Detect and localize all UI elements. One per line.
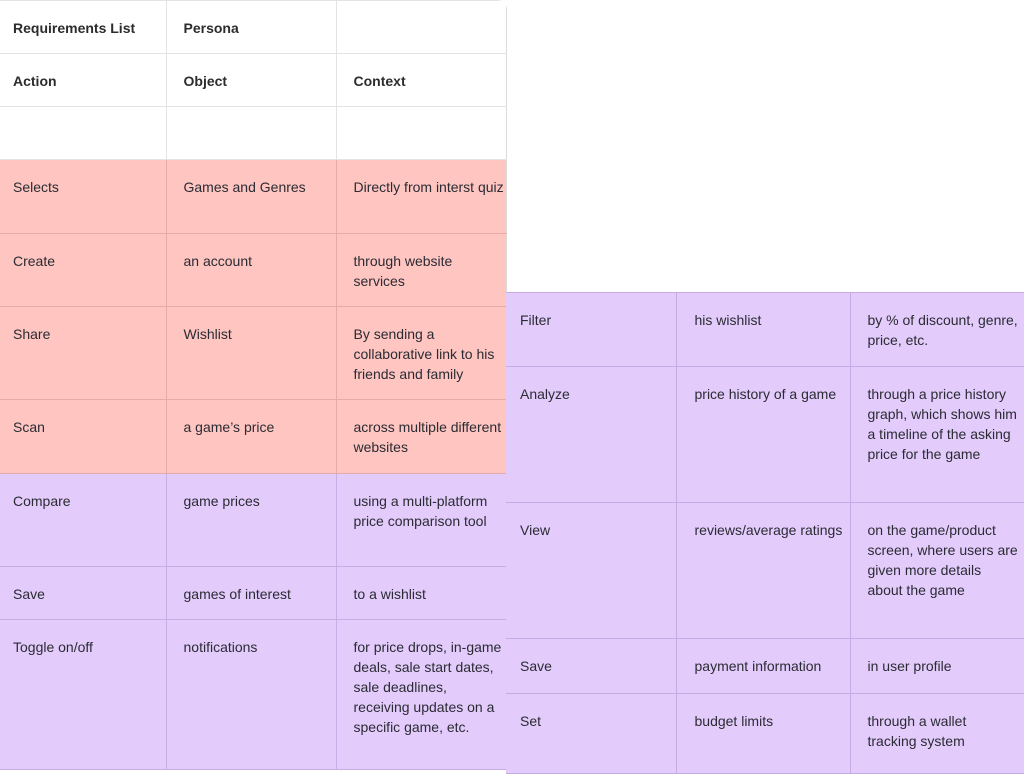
requirements-list-title: Requirements List [0, 0, 167, 54]
object-cell: price history of a game [675, 366, 851, 503]
object-cell: reviews/average ratings [675, 502, 851, 639]
object-cell: payment information [675, 638, 851, 694]
context-cell: through a price history graph, which sho… [849, 366, 1024, 503]
context-cell: through a wallet tracking system [849, 693, 1024, 774]
context-cell: in user profile [849, 638, 1024, 694]
table-row: Selects Games and Genres Directly from i… [0, 159, 507, 234]
action-cell: Set [506, 693, 677, 774]
requirements-table-right: Filter his wishlist by % of discount, ge… [506, 292, 1024, 774]
object-cell: game prices [165, 473, 337, 567]
table-row: Scan a game’s price across multiple diff… [0, 399, 507, 474]
object-cell: Games and Genres [165, 159, 337, 234]
table-row: View reviews/average ratings on the game… [506, 502, 1024, 639]
empty-cell [0, 106, 167, 160]
object-cell: a game’s price [165, 399, 337, 474]
action-cell: Share [0, 306, 167, 400]
context-header: Context [335, 53, 507, 107]
title-row: Requirements List Persona [0, 0, 507, 54]
object-cell: Wishlist [165, 306, 337, 400]
action-cell: Filter [506, 292, 677, 367]
spacer-row [0, 106, 507, 160]
context-cell: By sending a collaborative link to his f… [335, 306, 507, 400]
context-cell: using a multi-platform price comparison … [335, 473, 507, 567]
requirements-table-left: Requirements List Persona Action Object … [0, 0, 507, 770]
table-row: Save payment information in user profile [506, 638, 1024, 694]
context-cell: through website services [335, 233, 507, 307]
action-cell: Save [506, 638, 677, 694]
action-cell: Selects [0, 159, 167, 234]
object-cell: games of interest [165, 566, 337, 620]
context-cell: across multiple different websites [335, 399, 507, 474]
empty-cell [335, 106, 507, 160]
object-cell: budget limits [675, 693, 851, 774]
object-cell: his wishlist [675, 292, 851, 367]
action-cell: Create [0, 233, 167, 307]
table-row: Share Wishlist By sending a collaborativ… [0, 306, 507, 400]
context-cell: to a wishlist [335, 566, 507, 620]
context-cell: for price drops, in-game deals, sale sta… [335, 619, 507, 770]
persona-title: Persona [165, 0, 337, 54]
action-header: Action [0, 53, 167, 107]
action-cell: Compare [0, 473, 167, 567]
context-cell: by % of discount, genre, price, etc. [849, 292, 1024, 367]
table-row: Set budget limits through a wallet track… [506, 693, 1024, 774]
header-row: Action Object Context [0, 53, 507, 107]
action-cell: Analyze [506, 366, 677, 503]
table-row: Compare game prices using a multi-platfo… [0, 473, 507, 567]
action-cell: Save [0, 566, 167, 620]
action-cell: Scan [0, 399, 167, 474]
table-row: Save games of interest to a wishlist [0, 566, 507, 620]
table-row: Filter his wishlist by % of discount, ge… [506, 292, 1024, 367]
table-row: Analyze price history of a game through … [506, 366, 1024, 503]
object-header: Object [165, 53, 337, 107]
table-row: Create an account through website servic… [0, 233, 507, 307]
table-row: Toggle on/off notifications for price dr… [0, 619, 507, 770]
context-cell: Directly from interst quiz [335, 159, 507, 234]
action-cell: View [506, 502, 677, 639]
empty-cell [165, 106, 337, 160]
title-empty-cell [335, 0, 507, 54]
object-cell: an account [165, 233, 337, 307]
context-cell: on the game/product screen, where users … [849, 502, 1024, 639]
object-cell: notifications [165, 619, 337, 770]
action-cell: Toggle on/off [0, 619, 167, 770]
